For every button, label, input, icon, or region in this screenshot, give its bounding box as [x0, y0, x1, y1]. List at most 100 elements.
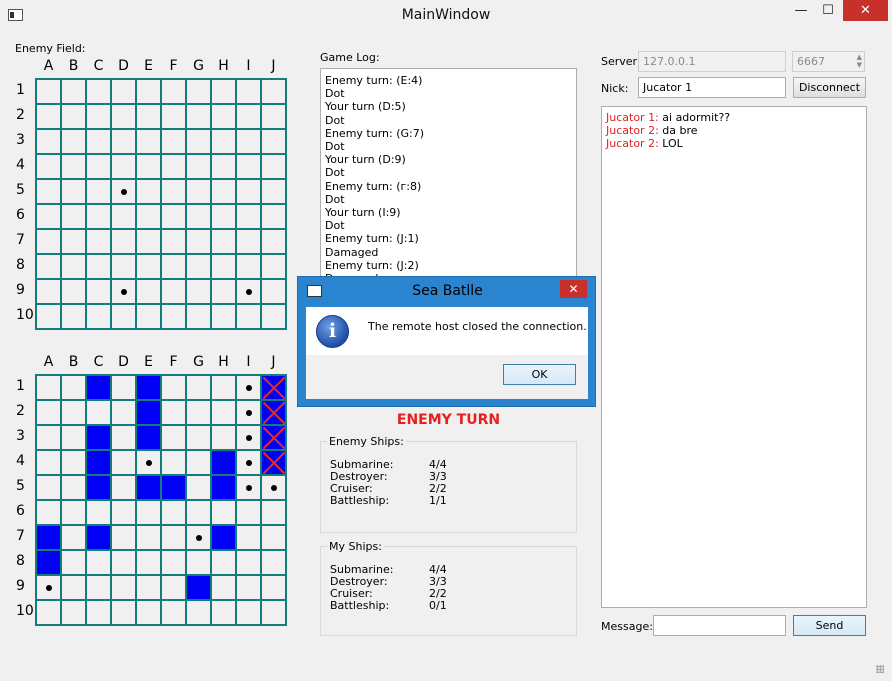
grid-cell[interactable]: [62, 280, 85, 303]
grid-cell[interactable]: [37, 205, 60, 228]
grid-cell[interactable]: [87, 80, 110, 103]
grid-cell[interactable]: [162, 155, 185, 178]
port-spinbox[interactable]: 6667 ▲ ▼: [792, 51, 865, 72]
grid-cell[interactable]: [37, 230, 60, 253]
grid-cell[interactable]: [187, 305, 210, 328]
grid-cell[interactable]: [137, 130, 160, 153]
grid-cell[interactable]: [212, 105, 235, 128]
miss-dot-cell[interactable]: [112, 180, 135, 203]
grid-cell[interactable]: [137, 305, 160, 328]
grid-cell[interactable]: [37, 280, 60, 303]
game-log[interactable]: Enemy turn: (E:4) Dot Your turn (D:5) Dot En…: [320, 68, 577, 288]
spin-arrows-icon[interactable]: ▲ ▼: [857, 53, 862, 69]
grid-cell[interactable]: [62, 205, 85, 228]
miss-dot-cell[interactable]: [237, 280, 260, 303]
grid-cell[interactable]: [187, 155, 210, 178]
grid-cell[interactable]: [187, 255, 210, 278]
grid-cell[interactable]: [137, 205, 160, 228]
grid-cell[interactable]: [212, 180, 235, 203]
enemy-field-grid[interactable]: [35, 78, 287, 330]
grid-cell[interactable]: [62, 230, 85, 253]
minimize-button[interactable]: —: [793, 0, 809, 21]
grid-cell[interactable]: [262, 205, 285, 228]
grid-cell[interactable]: [262, 155, 285, 178]
grid-cell[interactable]: [162, 230, 185, 253]
grid-cell[interactable]: [237, 205, 260, 228]
maximize-button[interactable]: ☐: [820, 0, 836, 21]
grid-cell[interactable]: [112, 230, 135, 253]
miss-dot-cell[interactable]: [112, 280, 135, 303]
grid-cell[interactable]: [162, 80, 185, 103]
grid-cell[interactable]: [187, 280, 210, 303]
grid-cell[interactable]: [262, 105, 285, 128]
grid-cell[interactable]: [212, 155, 235, 178]
grid-cell[interactable]: [37, 305, 60, 328]
grid-cell[interactable]: [162, 255, 185, 278]
grid-cell[interactable]: [262, 230, 285, 253]
ok-button[interactable]: OK: [503, 364, 576, 385]
grid-cell[interactable]: [262, 280, 285, 303]
grid-cell[interactable]: [37, 180, 60, 203]
grid-cell[interactable]: [162, 180, 185, 203]
grid-cell[interactable]: [162, 105, 185, 128]
grid-cell[interactable]: [212, 205, 235, 228]
grid-cell[interactable]: [262, 305, 285, 328]
resize-grip-icon[interactable]: [876, 665, 884, 673]
grid-cell[interactable]: [62, 155, 85, 178]
grid-cell[interactable]: [62, 130, 85, 153]
grid-cell[interactable]: [262, 180, 285, 203]
grid-cell[interactable]: [262, 130, 285, 153]
grid-cell[interactable]: [237, 105, 260, 128]
grid-cell[interactable]: [237, 130, 260, 153]
grid-cell[interactable]: [137, 255, 160, 278]
grid-cell[interactable]: [212, 305, 235, 328]
grid-cell[interactable]: [87, 230, 110, 253]
grid-cell[interactable]: [187, 180, 210, 203]
grid-cell[interactable]: [212, 280, 235, 303]
grid-cell[interactable]: [87, 255, 110, 278]
grid-cell[interactable]: [62, 255, 85, 278]
grid-cell[interactable]: [87, 130, 110, 153]
grid-cell[interactable]: [212, 255, 235, 278]
grid-cell[interactable]: [137, 80, 160, 103]
server-input[interactable]: 127.0.0.1: [638, 51, 786, 72]
grid-cell[interactable]: [37, 255, 60, 278]
grid-cell[interactable]: [137, 180, 160, 203]
grid-cell[interactable]: [162, 305, 185, 328]
grid-cell[interactable]: [212, 80, 235, 103]
grid-cell[interactable]: [187, 130, 210, 153]
close-button[interactable]: ✕: [843, 0, 888, 21]
grid-cell[interactable]: [262, 255, 285, 278]
grid-cell[interactable]: [237, 155, 260, 178]
grid-cell[interactable]: [137, 105, 160, 128]
grid-cell[interactable]: [237, 180, 260, 203]
grid-cell[interactable]: [162, 280, 185, 303]
grid-cell[interactable]: [212, 230, 235, 253]
grid-cell[interactable]: [187, 105, 210, 128]
grid-cell[interactable]: [187, 230, 210, 253]
grid-cell[interactable]: [212, 130, 235, 153]
grid-cell[interactable]: [137, 155, 160, 178]
grid-cell[interactable]: [112, 205, 135, 228]
grid-cell[interactable]: [137, 230, 160, 253]
chat-history[interactable]: Jucator 1: ai adormit?? Jucator 2: da bre…: [601, 106, 867, 608]
grid-cell[interactable]: [112, 155, 135, 178]
grid-cell[interactable]: [87, 280, 110, 303]
grid-cell[interactable]: [187, 80, 210, 103]
nick-input[interactable]: Jucator 1: [638, 77, 786, 98]
grid-cell[interactable]: [162, 205, 185, 228]
grid-cell[interactable]: [237, 230, 260, 253]
grid-cell[interactable]: [112, 105, 135, 128]
grid-cell[interactable]: [162, 130, 185, 153]
dialog-close-button[interactable]: ✕: [560, 280, 587, 298]
grid-cell[interactable]: [137, 280, 160, 303]
grid-cell[interactable]: [87, 105, 110, 128]
grid-cell[interactable]: [87, 180, 110, 203]
message-input[interactable]: [653, 615, 786, 636]
grid-cell[interactable]: [62, 80, 85, 103]
grid-cell[interactable]: [37, 130, 60, 153]
grid-cell[interactable]: [237, 305, 260, 328]
grid-cell[interactable]: [262, 80, 285, 103]
grid-cell[interactable]: [37, 105, 60, 128]
grid-cell[interactable]: [237, 80, 260, 103]
